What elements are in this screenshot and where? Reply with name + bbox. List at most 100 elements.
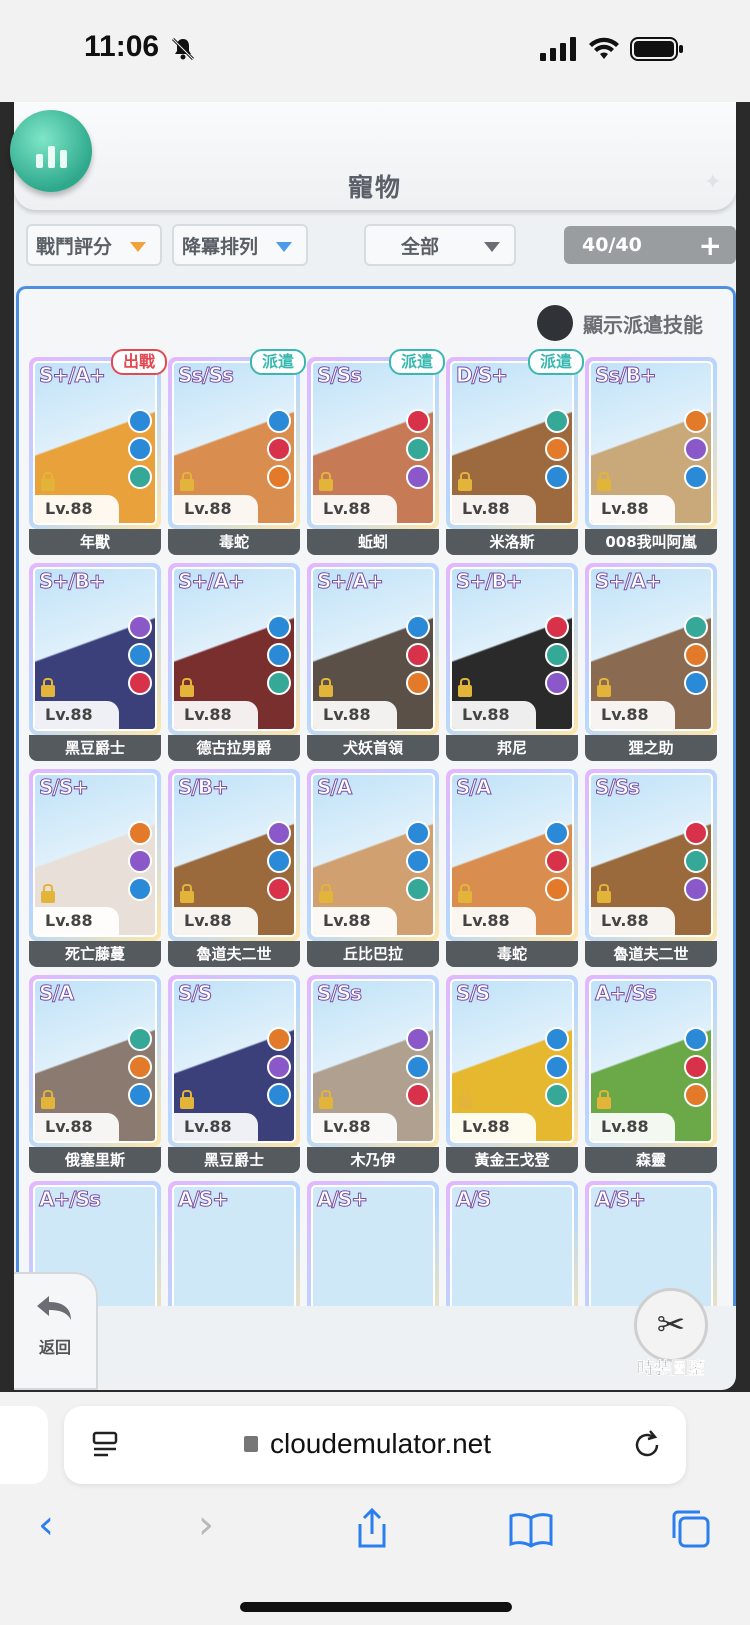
address-bar[interactable]: cloudemulator.net: [64, 1406, 686, 1484]
pet-rank: S/A: [316, 775, 352, 800]
pet-card[interactable]: S/A Lv.88 毒蛇: [446, 769, 578, 969]
pet-name: 黃金王戈登: [446, 1147, 578, 1173]
pet-card-frame: S+/B+ Lv.88: [29, 563, 161, 735]
lock-icon: [180, 472, 194, 491]
pet-level: Lv.88: [313, 495, 397, 523]
pet-portrait: S/A Lv.88: [450, 773, 574, 937]
category-label: 全部: [400, 235, 439, 258]
lock-icon: [597, 678, 611, 697]
pet-rank: S/A: [38, 981, 74, 1006]
battle-badge: 出戰: [110, 349, 167, 375]
pet-card[interactable]: S/S Lv.88 黃金王戈登: [446, 975, 578, 1175]
skill-icon: [684, 671, 708, 695]
chevron-down-icon: [484, 242, 500, 252]
pet-skill-icons: [545, 409, 569, 489]
skill-icon: [128, 1027, 152, 1051]
skill-icon: [406, 671, 430, 695]
pet-skill-icons: [128, 1027, 152, 1107]
capacity-button[interactable]: 40/40 +: [564, 226, 736, 264]
pet-card-frame: S+/A+ Lv.88: [307, 563, 439, 735]
skill-icon: [684, 1055, 708, 1079]
pet-card[interactable]: A/S: [446, 1181, 578, 1306]
bookmarks-icon[interactable]: [508, 1512, 554, 1548]
forward-nav-icon[interactable]: ›: [198, 1502, 214, 1548]
pet-name: 木乃伊: [307, 1147, 439, 1173]
back-label: 返回: [38, 1338, 71, 1357]
reload-icon[interactable]: [630, 1428, 664, 1462]
pet-card[interactable]: S/Ss Lv.88 木乃伊: [307, 975, 439, 1175]
skill-icon: [406, 465, 430, 489]
pet-card[interactable]: S/Ss Lv.88 蚯蚓 派遣: [307, 349, 445, 557]
skill-icon: [406, 849, 430, 873]
category-dropdown[interactable]: 全部: [364, 224, 516, 266]
game-view: 寵物 ✦ 戰鬥評分 降冪排列 全部 40/40 + 顯示派遣技能 S+/A+ L…: [0, 102, 750, 1392]
pet-card[interactable]: S/A Lv.88 丘比巴拉: [307, 769, 439, 969]
pet-card[interactable]: S/Ss Lv.88 魯道夫二世: [585, 769, 717, 969]
pet-card[interactable]: Ss/B+ Lv.88 008我叫阿嵐: [585, 357, 717, 557]
pet-level: Lv.88: [174, 907, 258, 935]
pet-name: 德古拉男爵: [168, 735, 300, 761]
pet-card[interactable]: A/S+: [307, 1181, 439, 1306]
pet-rank: S/B+: [178, 775, 230, 800]
pet-rank: S+/A+: [317, 569, 385, 594]
sort-score-dropdown[interactable]: 戰鬥評分: [26, 224, 162, 266]
pet-skill-icons: [128, 615, 152, 695]
pet-skill-icons: [545, 615, 569, 695]
reader-icon[interactable]: [90, 1430, 120, 1460]
pet-skill-icons: [684, 1027, 708, 1107]
pet-card[interactable]: S+/A+ Lv.88 德古拉男爵: [168, 563, 300, 763]
pet-card[interactable]: D/S+ Lv.88 米洛斯 派遣: [446, 349, 584, 557]
lock-icon: [458, 1090, 472, 1109]
pet-card[interactable]: S+/A+ Lv.88 年獸 出戰: [29, 349, 167, 557]
skill-icon: [267, 465, 291, 489]
pet-card[interactable]: A/S+: [168, 1181, 300, 1306]
skill-icon: [406, 615, 430, 639]
pet-card[interactable]: S+/A+ Lv.88 狸之助: [585, 563, 717, 763]
pet-card-frame: A+/Ss Lv.88: [585, 975, 717, 1147]
pet-card[interactable]: S/A Lv.88 俄塞里斯: [29, 975, 161, 1175]
lock-icon: [458, 472, 472, 491]
lock-icon: [41, 884, 55, 903]
pet-level: Lv.88: [591, 701, 675, 729]
pet-name: 米洛斯: [446, 529, 578, 555]
pet-name: 毒蛇: [168, 529, 300, 555]
pet-portrait: A/S+: [172, 1185, 296, 1306]
dispatch-skill-toggle[interactable]: 顯示派遣技能: [537, 305, 703, 341]
pet-card[interactable]: S/S+ Lv.88 死亡藤蔓: [29, 769, 161, 969]
pet-card-frame: S/S Lv.88: [446, 975, 578, 1147]
pet-card[interactable]: S+/B+ Lv.88 邦尼: [446, 563, 578, 763]
back-button[interactable]: 返回: [14, 1272, 98, 1390]
toggle-switch[interactable]: [537, 305, 573, 341]
skill-icon: [128, 615, 152, 639]
skill-icon: [545, 671, 569, 695]
costume-catalog-button[interactable]: ✂ 時裝圖鑒: [616, 1288, 726, 1379]
chevron-down-icon: [130, 242, 146, 252]
pet-card-frame: S/Ss Lv.88: [585, 769, 717, 941]
pet-card[interactable]: S/S Lv.88 黑豆爵士: [168, 975, 300, 1175]
pet-level: Lv.88: [35, 495, 119, 523]
lock-icon: [180, 1090, 194, 1109]
pet-rank: S/Ss: [594, 775, 640, 800]
pet-card-frame: A/S+: [307, 1181, 439, 1306]
pet-list[interactable]: 顯示派遣技能 S+/A+ Lv.88 年獸 出戰 Ss/Ss Lv.88 毒蛇 派遣 S/Ss L…: [16, 286, 736, 1306]
skill-icon: [684, 643, 708, 667]
pet-rank: S/S: [177, 981, 212, 1006]
pet-card[interactable]: Ss/Ss Lv.88 毒蛇 派遣: [168, 349, 306, 557]
pet-card-frame: S+/A+ Lv.88: [29, 357, 161, 529]
pet-card[interactable]: S/B+ Lv.88 魯道夫二世: [168, 769, 300, 969]
pet-skill-icons: [267, 821, 291, 901]
pet-card[interactable]: A+/Ss Lv.88 森靈: [585, 975, 717, 1175]
sort-order-dropdown[interactable]: 降冪排列: [172, 224, 308, 266]
share-icon[interactable]: [352, 1506, 392, 1550]
pet-card[interactable]: S+/B+ Lv.88 黑豆爵士: [29, 563, 161, 763]
back-nav-icon[interactable]: ‹: [38, 1502, 54, 1548]
skill-icon: [128, 1083, 152, 1107]
pet-card[interactable]: S+/A+ Lv.88 犬妖首領: [307, 563, 439, 763]
pet-portrait: S+/B+ Lv.88: [450, 567, 574, 731]
skill-icon: [684, 615, 708, 639]
lock-icon: [180, 884, 194, 903]
previous-tab[interactable]: [0, 1406, 48, 1484]
pet-card-frame: S/A Lv.88: [307, 769, 439, 941]
skill-icon: [267, 409, 291, 433]
tabs-icon[interactable]: [670, 1508, 712, 1550]
